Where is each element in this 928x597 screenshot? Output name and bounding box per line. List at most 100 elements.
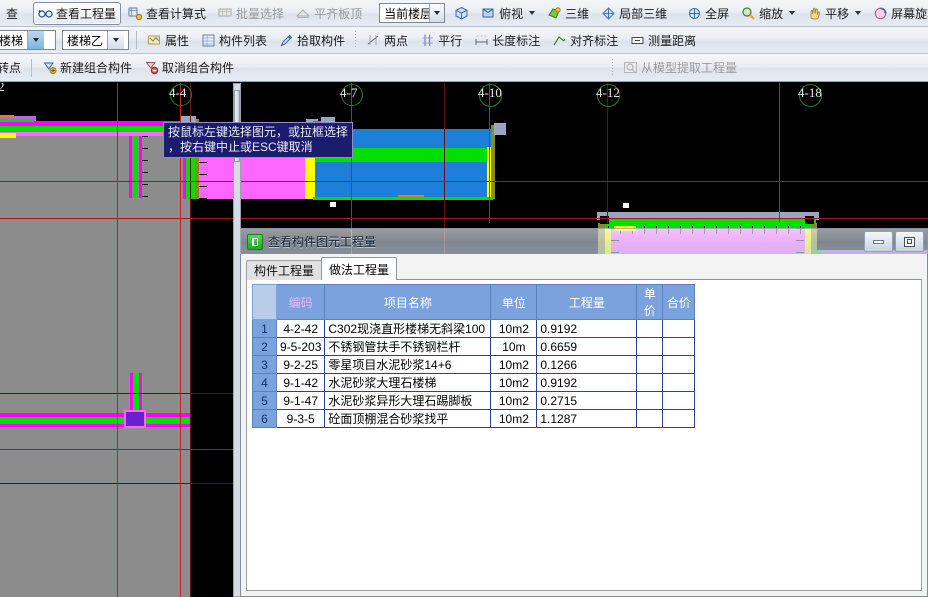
minimize-button[interactable] (864, 231, 893, 252)
cell-name[interactable]: 水泥砂浆异形大理石踢脚板 (324, 391, 492, 410)
cell-total-price[interactable] (662, 373, 696, 392)
cell-code[interactable]: 9-1-47 (275, 391, 326, 410)
view-partial-label[interactable]: 查 (1, 2, 23, 25)
three-d-button[interactable]: 三维 (542, 2, 594, 25)
cell-unit[interactable]: 10m2 (490, 409, 538, 428)
cell-code[interactable]: 9-1-42 (275, 373, 326, 392)
row-number[interactable]: 3 (252, 355, 277, 374)
cell-unit-price[interactable] (636, 355, 664, 374)
category-combo[interactable]: 楼梯 (0, 30, 56, 50)
properties-icon (147, 33, 162, 48)
col-header-name[interactable]: 项目名称 (324, 284, 492, 320)
batch-select-button[interactable]: 批量选择 (213, 2, 289, 25)
row-number[interactable]: 2 (252, 337, 277, 356)
row-number[interactable]: 5 (252, 391, 277, 410)
current-floor-combo[interactable]: 当前楼层 (379, 3, 446, 23)
cancel-combined-component-button[interactable]: 取消组合构件 (139, 56, 239, 79)
measure-distance-button[interactable]: 测量距离 (625, 29, 701, 52)
parallel-button[interactable]: 平行 (415, 29, 467, 52)
cell-total-price[interactable] (662, 409, 696, 428)
table-row[interactable]: 4 9-1-42 水泥砂浆大理石楼梯 10m2 0.9192 (252, 373, 696, 392)
screen-rotate-button[interactable]: 屏幕旋转 (868, 2, 928, 25)
cell-name[interactable]: C302现浇直形楼梯无斜梁100 (324, 319, 492, 338)
chevron-down-icon[interactable] (789, 11, 796, 15)
chevron-down-icon[interactable] (429, 4, 445, 22)
chevron-down-icon[interactable] (27, 31, 45, 49)
rotate-icon (873, 6, 888, 21)
cell-name[interactable]: 不锈钢管扶手不锈钢栏杆 (324, 337, 492, 356)
cell-unit-price[interactable] (636, 409, 664, 428)
properties-button[interactable]: 属性 (142, 29, 194, 52)
cell-quantity[interactable]: 0.2715 (536, 391, 638, 410)
table-row[interactable]: 3 9-2-25 零星项目水泥砂浆14+6 10m2 0.1266 (252, 355, 696, 374)
row-number[interactable]: 4 (252, 373, 277, 392)
cell-unit-price[interactable] (636, 337, 664, 356)
length-dim-button[interactable]: 长度标注 (469, 29, 545, 52)
cell-code[interactable]: 9-3-5 (275, 409, 326, 428)
cube-view-button[interactable] (449, 2, 474, 25)
pan-button[interactable]: 平移 (802, 2, 866, 25)
cell-quantity[interactable]: 0.9192 (536, 319, 638, 338)
flush-slab-top-button[interactable]: 平齐板顶 (291, 2, 367, 25)
table-row[interactable]: 5 9-1-47 水泥砂浆异形大理石踢脚板 10m2 0.2715 (252, 391, 696, 410)
new-combined-component-button[interactable]: 新建组合构件 (37, 56, 137, 79)
zoom-button[interactable]: 缩放 (736, 2, 800, 25)
cell-unit[interactable]: 10m (490, 337, 538, 356)
tab-component-quantity[interactable]: 构件工程量 (246, 260, 323, 280)
cell-total-price[interactable] (662, 391, 696, 410)
tab-method-quantity[interactable]: 做法工程量 (321, 257, 398, 280)
cell-unit-price[interactable] (636, 391, 664, 410)
col-header-unit-price[interactable]: 单价 (636, 284, 664, 320)
table-row[interactable]: 6 9-3-5 砼面顶棚混合砂浆找平 10m2 1.1287 (252, 409, 696, 428)
cell-code[interactable]: 9-2-25 (275, 355, 326, 374)
cell-quantity[interactable]: 0.1266 (536, 355, 638, 374)
component-list-button[interactable]: 构件列表 (196, 29, 272, 52)
quantity-sheet[interactable]: 编码 项目名称 单位 工程量 单价 合价 1 4-2-42 C302现浇直形楼梯 (246, 279, 922, 591)
top-view-button[interactable]: 俯视 (476, 2, 540, 25)
table-row[interactable]: 2 9-5-203 不锈钢管扶手不锈钢栏杆 10m 0.6659 (252, 337, 696, 356)
grid-label: 4-12 (596, 85, 620, 100)
member-combo[interactable]: 楼梯乙 (62, 30, 129, 50)
col-header-total-price[interactable]: 合价 (662, 284, 696, 320)
local-three-d-button[interactable]: 局部三维 (596, 2, 672, 25)
view-component-quantity-dialog[interactable]: 查看构件图元工程量 构件工程量 做法工程量 编码 项目名称 单位 工程量 单价 … (240, 228, 928, 597)
cell-code[interactable]: 4-2-42 (275, 319, 326, 338)
rotate-point-label[interactable]: 转点 (0, 56, 26, 79)
row-number[interactable]: 1 (252, 319, 277, 338)
cell-unit[interactable]: 10m2 (490, 373, 538, 392)
cell-quantity[interactable]: 0.6659 (536, 337, 638, 356)
cell-unit[interactable]: 10m2 (490, 355, 538, 374)
pick-component-button[interactable]: 拾取构件 (274, 29, 350, 52)
two-point-button[interactable]: 两点 (361, 29, 413, 52)
row-number[interactable]: 6 (252, 409, 277, 428)
cell-total-price[interactable] (662, 337, 696, 356)
full-screen-button[interactable]: 全屏 (682, 2, 734, 25)
snap-marker (330, 202, 336, 207)
view-formula-button[interactable]: 查看计算式 (123, 2, 211, 25)
cell-name[interactable]: 砼面顶棚混合砂浆找平 (324, 409, 492, 428)
cell-total-price[interactable] (662, 355, 696, 374)
cell-total-price[interactable] (662, 319, 696, 338)
col-header-quantity[interactable]: 工程量 (536, 284, 638, 320)
cell-name[interactable]: 零星项目水泥砂浆14+6 (324, 355, 492, 374)
view-quantity-button[interactable]: 查看工程量 (33, 1, 122, 25)
cell-unit-price[interactable] (636, 373, 664, 392)
col-header-unit[interactable]: 单位 (490, 284, 538, 320)
cell-quantity[interactable]: 0.9192 (536, 373, 638, 392)
cell-quantity[interactable]: 1.1287 (536, 409, 638, 428)
cell-unit[interactable]: 10m2 (490, 391, 538, 410)
extract-quantity-from-model-button[interactable]: 从模型提取工程量 (618, 56, 742, 79)
cell-code[interactable]: 9-5-203 (275, 337, 326, 356)
chevron-down-icon[interactable] (107, 31, 125, 49)
cell-name[interactable]: 水泥砂浆大理石楼梯 (324, 373, 492, 392)
cell-unit-price[interactable] (636, 319, 664, 338)
col-header-code[interactable]: 编码 (275, 284, 326, 320)
table-corner-cell[interactable] (252, 284, 277, 320)
chevron-down-icon[interactable] (855, 11, 862, 15)
table-row[interactable]: 1 4-2-42 C302现浇直形楼梯无斜梁100 10m2 0.9192 (252, 319, 696, 338)
chevron-down-icon[interactable] (529, 11, 536, 15)
dialog-title-bar[interactable]: 查看构件图元工程量 (240, 228, 928, 254)
restore-button[interactable] (895, 231, 924, 252)
align-dim-button[interactable]: 对齐标注 (547, 29, 623, 52)
cell-unit[interactable]: 10m2 (490, 319, 538, 338)
